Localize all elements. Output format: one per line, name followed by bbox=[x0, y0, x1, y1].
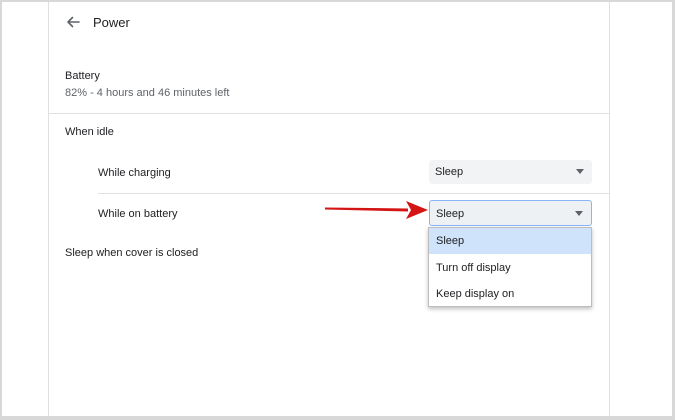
row-divider bbox=[98, 193, 609, 194]
divider bbox=[49, 113, 609, 114]
while-on-battery-value: Sleep bbox=[436, 208, 465, 220]
caret-down-icon bbox=[576, 169, 584, 174]
battery-title: Battery bbox=[65, 70, 100, 82]
while-on-battery-select[interactable]: Sleep bbox=[429, 200, 592, 226]
sleep-cover-closed-label: Sleep when cover is closed bbox=[65, 247, 199, 259]
right-gutter bbox=[609, 2, 672, 416]
caret-down-icon bbox=[575, 211, 583, 216]
while-on-battery-label: While on battery bbox=[98, 208, 178, 220]
back-button[interactable] bbox=[63, 12, 83, 32]
page-title: Power bbox=[93, 15, 130, 30]
arrow-left-icon bbox=[67, 16, 80, 28]
dropdown-option-keep-display-on[interactable]: Keep display on bbox=[429, 281, 591, 307]
while-charging-select[interactable]: Sleep bbox=[429, 160, 592, 184]
left-gutter bbox=[2, 2, 49, 416]
red-arrow-annotation-icon bbox=[325, 201, 428, 219]
dropdown-option-sleep[interactable]: Sleep bbox=[429, 228, 591, 254]
when-idle-heading: When idle bbox=[65, 126, 114, 138]
settings-window: Power Battery 82% - 4 hours and 46 minut… bbox=[2, 2, 672, 416]
while-charging-value: Sleep bbox=[435, 166, 464, 178]
battery-status: 82% - 4 hours and 46 minutes left bbox=[65, 87, 230, 99]
on-battery-dropdown-menu: Sleep Turn off display Keep display on bbox=[428, 227, 592, 307]
while-charging-label: While charging bbox=[98, 167, 171, 179]
dropdown-option-turn-off-display[interactable]: Turn off display bbox=[429, 255, 591, 281]
